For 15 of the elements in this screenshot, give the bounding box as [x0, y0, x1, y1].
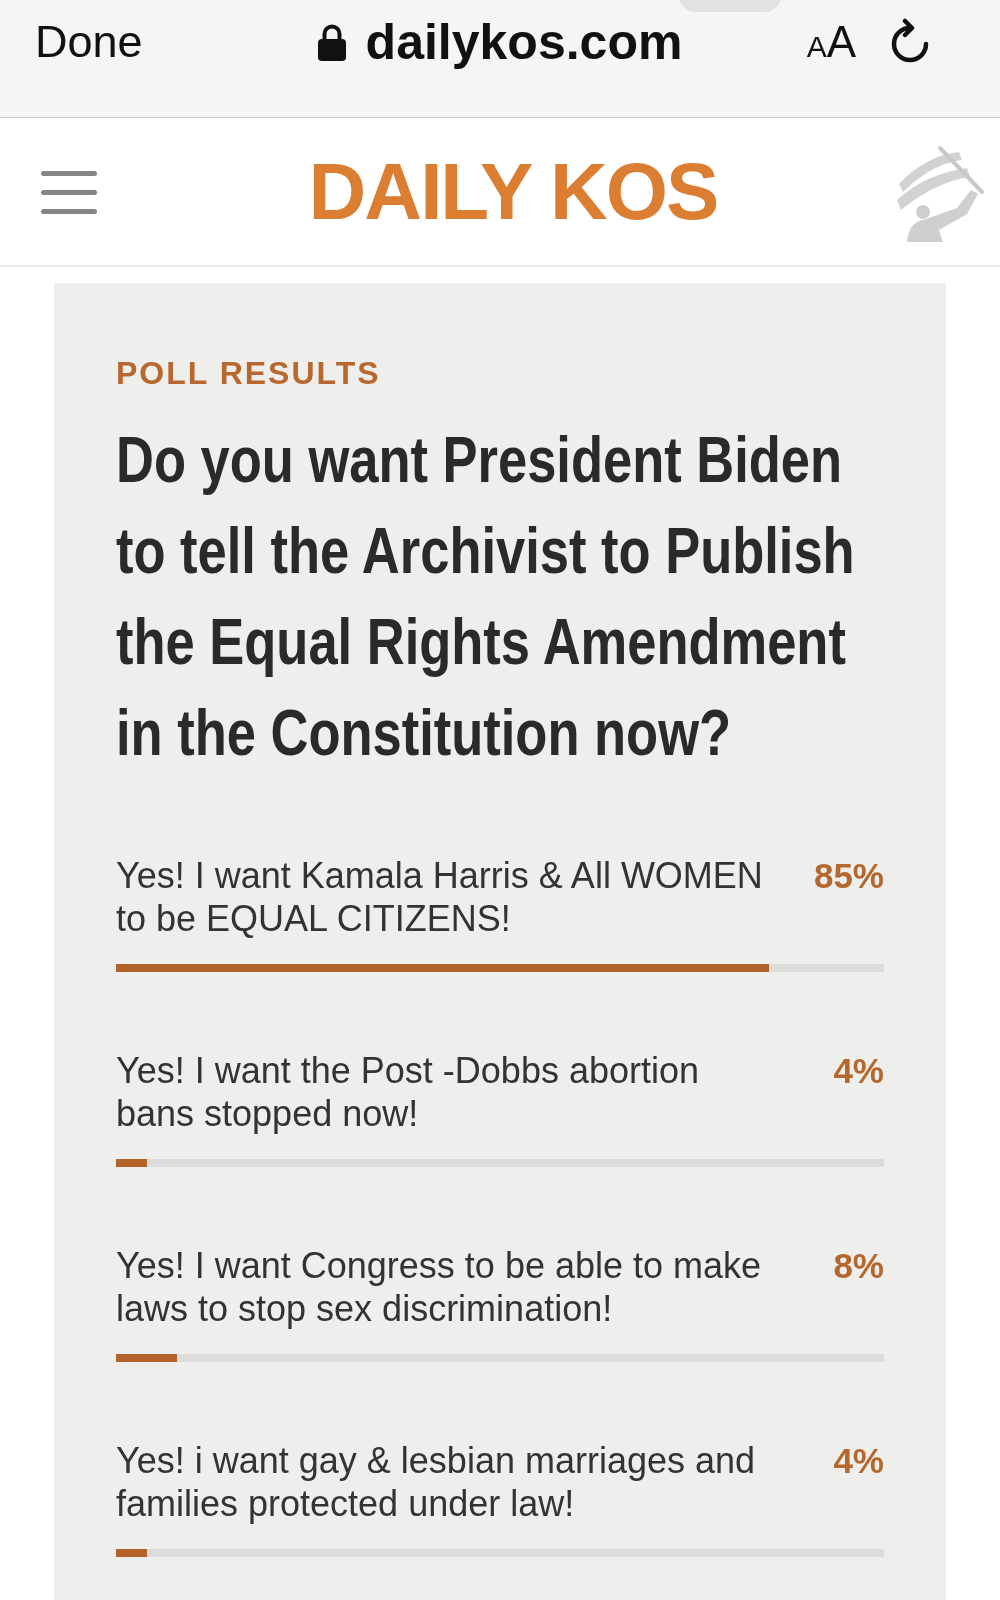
text-size-button[interactable]: AA — [806, 20, 856, 64]
address-text[interactable]: dailykos.com — [365, 14, 683, 70]
poll-question: Do you want President Biden to tell the Archivist to Publish the Equal Rights Amendment in the Constitution now? — [116, 423, 856, 771]
menu-icon[interactable] — [41, 169, 97, 214]
option-percent: 85% — [813, 855, 884, 897]
option-percent: 4% — [833, 1440, 884, 1482]
poll-heading: POLL RESULTS — [116, 354, 382, 393]
option-label: Yes! I want the Post -Dobbs abortion bans stopped now! — [116, 1049, 700, 1135]
lock-icon — [317, 23, 346, 61]
option-label: Yes! i want gay & lesbian marriages and families protected under law! — [116, 1439, 757, 1525]
option-label: Yes! I want Kamala Harris & All WOMEN to be EQUAL CITIZENS! — [116, 854, 764, 940]
option-percent: 8% — [833, 1245, 884, 1287]
option-label: Yes! I want Congress to be able to make laws to stop sex discrimination! — [116, 1244, 763, 1330]
done-button[interactable]: Done — [35, 17, 143, 67]
option-percent: 4% — [833, 1050, 884, 1092]
